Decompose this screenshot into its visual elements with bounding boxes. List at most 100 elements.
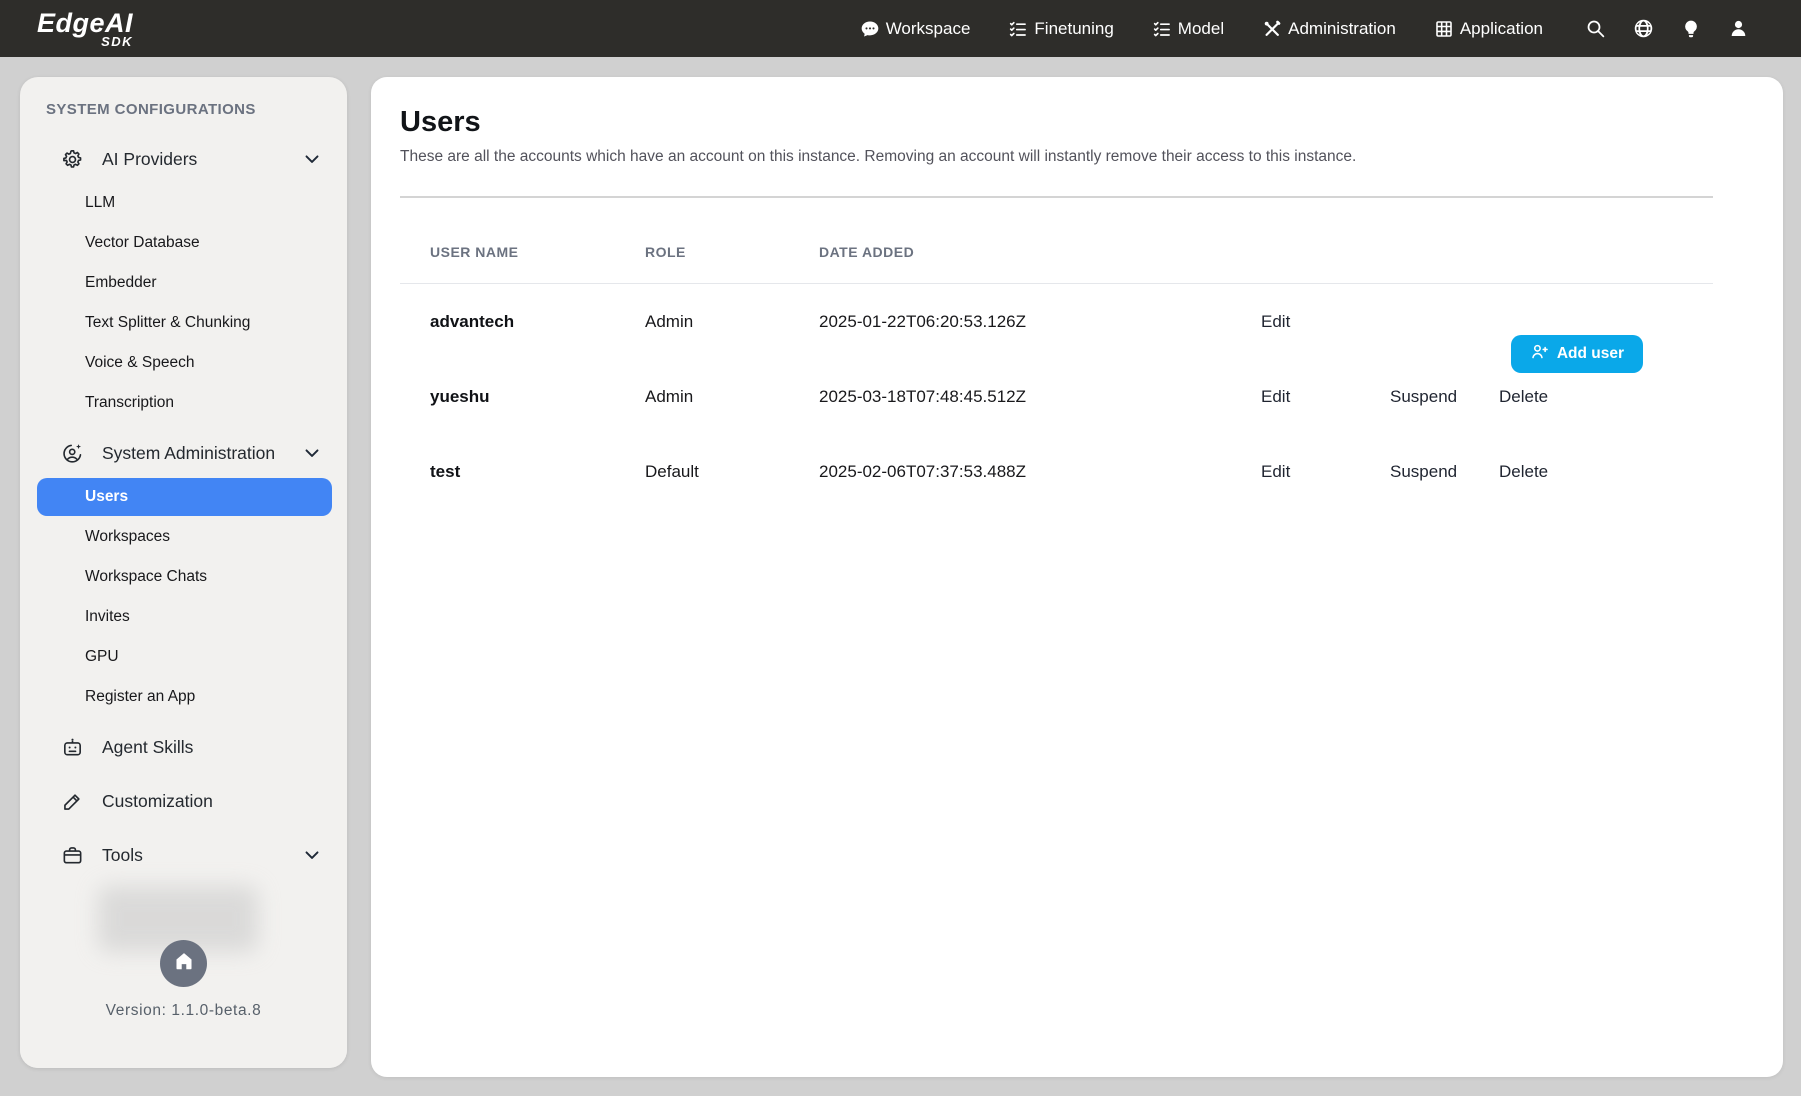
pencil-icon — [61, 790, 84, 813]
cell-role: Default — [645, 462, 819, 482]
sidebar-item-label: Users — [85, 488, 128, 506]
administration-icon — [1262, 19, 1282, 39]
sidebar-item-label: Tools — [102, 845, 143, 866]
column-header-user-name: USER NAME — [430, 244, 645, 260]
nav-workspace[interactable]: Workspace — [860, 19, 971, 39]
column-header-role: ROLE — [645, 244, 819, 260]
table-row: testDefault2025-02-06T07:37:53.488ZEdit S… — [400, 434, 1713, 509]
sidebar-item-llm[interactable]: LLM — [46, 183, 323, 223]
column-header-date-added: DATE ADDED — [819, 244, 1261, 260]
cell-username: test — [430, 462, 645, 482]
sidebar-item-label: Invites — [85, 608, 130, 626]
users-table: Add user USER NAMEROLEDATE ADDED advante… — [400, 196, 1713, 509]
add-user-icon — [1530, 342, 1549, 366]
sidebar-item-embedder[interactable]: Embedder — [46, 263, 323, 303]
sidebar-item-label: Customization — [102, 791, 213, 812]
briefcase-icon — [61, 844, 84, 867]
application-icon — [1434, 19, 1454, 39]
home-button[interactable] — [160, 940, 207, 987]
nav-application[interactable]: Application — [1434, 19, 1543, 39]
sidebar-item-tools[interactable]: Tools — [46, 831, 323, 879]
sidebar-item-transcription[interactable]: Transcription — [46, 383, 323, 423]
nav-label: Model — [1178, 19, 1224, 39]
table-header-row: USER NAMEROLEDATE ADDED — [400, 198, 1713, 284]
finetuning-icon — [1008, 19, 1028, 39]
search-icon — [1585, 18, 1606, 39]
sidebar-item-label: Agent Skills — [102, 737, 193, 758]
home-icon — [173, 950, 195, 977]
sidebar-item-customization[interactable]: Customization — [46, 777, 323, 825]
sidebar-item-label: System Administration — [102, 443, 275, 464]
cell-date-added: 2025-03-18T07:48:45.512Z — [819, 387, 1261, 407]
sidebar-nav-list: SYSTEM CONFIGURATIONS AI Providers LLM Vect… — [20, 77, 347, 959]
nav-label: Administration — [1288, 19, 1396, 39]
sidebar-item-system-administration[interactable]: System Administration — [46, 429, 323, 477]
sidebar-item-label: Vector Database — [85, 234, 200, 252]
edit-action-button[interactable]: Edit — [1261, 462, 1290, 482]
sidebar-item-voice-speech[interactable]: Voice & Speech — [46, 343, 323, 383]
sidebar-item-label: LLM — [85, 194, 115, 212]
sidebar-item-label: Voice & Speech — [85, 354, 194, 372]
delete-action-button[interactable]: Delete — [1499, 387, 1548, 407]
sidebar-section-title: SYSTEM CONFIGURATIONS — [46, 97, 323, 121]
table-body: advantechAdmin2025-01-22T06:20:53.126ZEd… — [400, 284, 1713, 509]
sidebar-item-text-splitter-chunking[interactable]: Text Splitter & Chunking — [46, 303, 323, 343]
cell-date-added: 2025-02-06T07:37:53.488Z — [819, 462, 1261, 482]
sidebar-item-vector-database[interactable]: Vector Database — [46, 223, 323, 263]
add-user-button[interactable]: Add user — [1511, 335, 1643, 373]
suspend-action-button[interactable]: Suspend — [1390, 387, 1457, 407]
user-settings-icon — [61, 442, 84, 465]
sidebar-item-label: Embedder — [85, 274, 157, 292]
sidebar-item-gpu[interactable]: GPU — [46, 637, 323, 677]
sidebar-item-label: Text Splitter & Chunking — [85, 314, 250, 332]
sidebar-item-label: GPU — [85, 648, 119, 666]
sidebar: SYSTEM CONFIGURATIONS AI Providers LLM Vect… — [20, 77, 347, 1068]
suspend-action-button[interactable]: Suspend — [1390, 462, 1457, 482]
sidebar-item-agent-skills[interactable]: Agent Skills — [46, 723, 323, 771]
search-button[interactable] — [1585, 18, 1606, 39]
sidebar-footer: Version: 1.1.0-beta.8 — [20, 878, 347, 1068]
nav-administration[interactable]: Administration — [1262, 19, 1396, 39]
sidebar-item-label: Workspaces — [85, 528, 170, 546]
delete-action-button[interactable]: Delete — [1499, 462, 1548, 482]
sidebar-item-ai-providers[interactable]: AI Providers — [46, 135, 323, 183]
sidebar-item-workspaces[interactable]: Workspaces — [46, 517, 323, 557]
chevron-down-icon — [301, 148, 323, 170]
sidebar-item-label: Workspace Chats — [85, 568, 207, 586]
cell-date-added: 2025-01-22T06:20:53.126Z — [819, 312, 1261, 332]
add-user-label: Add user — [1557, 345, 1624, 363]
cell-role: Admin — [645, 312, 819, 332]
sidebar-item-users[interactable]: Users — [37, 478, 332, 516]
sidebar-item-invites[interactable]: Invites — [46, 597, 323, 637]
sidebar-item-workspace-chats[interactable]: Workspace Chats — [46, 557, 323, 597]
sidebar-item-label: Transcription — [85, 394, 174, 412]
nav-label: Finetuning — [1034, 19, 1113, 39]
edit-action-button[interactable]: Edit — [1261, 387, 1290, 407]
app-logo-line2: SDK — [101, 35, 133, 48]
workspace-icon — [860, 19, 880, 39]
lightbulb-icon — [1681, 19, 1701, 39]
app-logo[interactable]: EdgeAI SDK — [37, 10, 133, 48]
sidebar-item-register-an-app[interactable]: Register an App — [46, 677, 323, 717]
tips-button[interactable] — [1681, 19, 1701, 39]
top-icon-buttons — [1585, 18, 1749, 39]
globe-icon — [1633, 18, 1654, 39]
main-panel: Users These are all the accounts which h… — [371, 77, 1783, 1077]
globe-button[interactable] — [1633, 18, 1654, 39]
account-icon — [1728, 18, 1749, 39]
top-navigation: Workspace Finetuning Model Administration Ap… — [860, 19, 1543, 39]
nav-label: Workspace — [886, 19, 971, 39]
version-label: Version: 1.1.0-beta.8 — [20, 1002, 347, 1020]
nav-finetuning[interactable]: Finetuning — [1008, 19, 1113, 39]
account-button[interactable] — [1728, 18, 1749, 39]
edit-action-button[interactable]: Edit — [1261, 312, 1290, 332]
sidebar-item-label: Register an App — [85, 688, 195, 706]
robot-icon — [61, 736, 84, 759]
nav-model[interactable]: Model — [1152, 19, 1224, 39]
page-title: Users — [400, 105, 1713, 139]
chevron-down-icon — [301, 844, 323, 866]
nav-label: Application — [1460, 19, 1543, 39]
app-logo-line1: EdgeAI — [37, 10, 133, 36]
chevron-down-icon — [301, 442, 323, 464]
model-icon — [1152, 19, 1172, 39]
